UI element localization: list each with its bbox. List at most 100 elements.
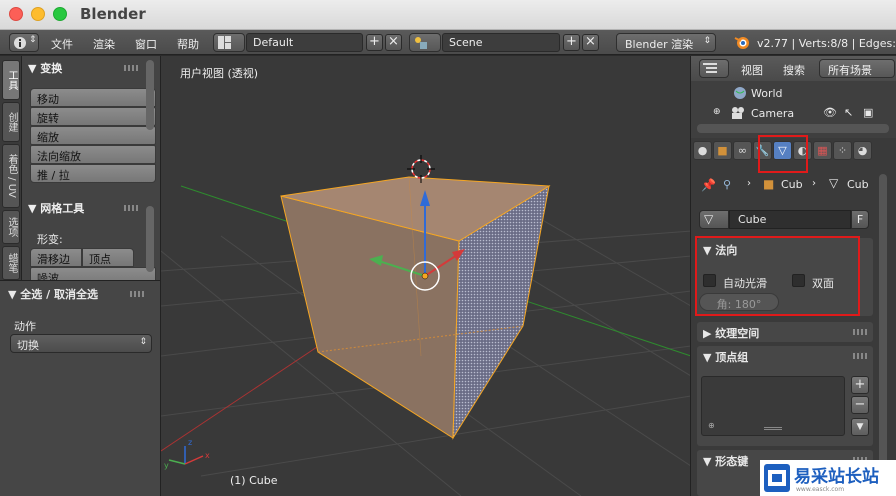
display-mode-selector[interactable]: 所有场景	[819, 59, 895, 78]
add-screen-button[interactable]: +	[366, 34, 383, 51]
action-dropdown[interactable]: 切换 ⇕	[10, 334, 152, 353]
tab-grease-pencil[interactable]: 蜡笔	[2, 246, 20, 280]
physics-tab-icon[interactable]: ◕	[853, 141, 872, 160]
outliner: 视图 搜索 所有场景 World ⊕ Camera 👁 ↖ ▣	[690, 56, 896, 138]
tab-options[interactable]: 选项	[2, 210, 20, 244]
scene-selector[interactable]	[409, 33, 441, 52]
outliner-world-label: World	[751, 87, 783, 100]
move-button[interactable]: 移动	[30, 88, 156, 107]
svg-text:z: z	[188, 438, 192, 447]
action-label: 动作	[14, 320, 36, 333]
panel-grip-icon[interactable]	[853, 329, 867, 335]
title-bar: Blender	[0, 0, 896, 30]
expand-plus-icon[interactable]: ⊕	[713, 107, 721, 117]
world-icon	[734, 87, 746, 99]
remove-vertex-group-button[interactable]: −	[851, 396, 869, 414]
object-tab-icon[interactable]: ■	[713, 141, 732, 160]
action-value: 切换	[17, 339, 39, 352]
screen-layout-selector[interactable]	[213, 33, 245, 52]
list-resize-grip-icon[interactable]	[764, 427, 782, 430]
render-camera-icon[interactable]: ▣	[863, 106, 873, 119]
mesh-name-field[interactable]: Cube	[729, 210, 851, 229]
editor-type-button[interactable]: ⇕	[9, 33, 39, 52]
scene-icon: ⚲	[723, 178, 732, 191]
mesh-browse-button[interactable]: ▽	[699, 210, 729, 229]
shrink-fatten-button[interactable]: 法向缩放	[30, 145, 156, 164]
list-filter-icon[interactable]: ⊕	[708, 421, 715, 430]
shape-keys-header[interactable]: ▼ 形态键	[703, 453, 748, 469]
outliner-icon	[703, 63, 717, 73]
menu-help[interactable]: 帮助	[177, 36, 199, 52]
outliner-hscrollbar[interactable]	[697, 124, 889, 133]
rotate-button[interactable]: 旋转	[30, 107, 156, 126]
panel-grip-icon[interactable]	[124, 205, 138, 211]
particles-tab-icon[interactable]: ⁘	[833, 141, 852, 160]
outliner-menu-search[interactable]: 搜索	[783, 62, 805, 78]
viewport-title: 用户视图 (透视)	[180, 67, 259, 80]
zoom-window-button[interactable]	[53, 7, 67, 21]
breadcrumb-data[interactable]: Cub	[847, 178, 869, 191]
object-origin-dot	[421, 272, 429, 280]
tab-tools[interactable]: 工具	[2, 60, 20, 100]
noise-button[interactable]: 噪波	[30, 267, 156, 280]
render-tab-icon[interactable]: ●	[693, 141, 712, 160]
push-pull-button[interactable]: 推 / 拉	[30, 164, 156, 183]
fake-user-button[interactable]: F	[851, 210, 869, 229]
highlight-box-data-tab	[758, 135, 808, 173]
constraints-tab-icon[interactable]: ∞	[733, 141, 752, 160]
cube-object-icon: ■	[763, 177, 775, 191]
close-window-button[interactable]	[9, 7, 23, 21]
watermark-url: www.easck.com	[796, 486, 845, 493]
render-engine-label: Blender 渲染	[625, 38, 694, 51]
watermark-logo-icon	[764, 464, 790, 492]
selectability-cursor-icon[interactable]: ↖	[844, 106, 853, 119]
viewport-scene[interactable]: z x y	[161, 56, 690, 496]
breadcrumb-object[interactable]: Cub	[781, 178, 803, 191]
panel-grip-icon[interactable]	[124, 65, 138, 71]
vertex-groups-panel: ▼ 顶点组 ⊕ + − ▼	[697, 346, 873, 446]
remove-scene-button[interactable]: ×	[582, 34, 599, 51]
panel-grip-icon[interactable]	[130, 291, 144, 297]
vertex-group-specials-button[interactable]: ▼	[851, 418, 869, 436]
tool-shelf-scrollbar[interactable]	[146, 60, 154, 130]
watermark: 易采站长站 www.easck.com	[760, 460, 896, 496]
slide-edge-button[interactable]: 滑移边	[30, 248, 82, 267]
vertex-group-list[interactable]: ⊕	[701, 376, 845, 436]
info-icon	[14, 37, 26, 49]
camera-icon	[732, 107, 744, 119]
texture-space-panel[interactable]: ▶ 纹理空间	[697, 322, 873, 342]
scene-field[interactable]: Scene	[442, 33, 560, 52]
pin-icon[interactable]: 📌	[701, 178, 716, 192]
minimize-window-button[interactable]	[31, 7, 45, 21]
tab-create[interactable]: 创建	[2, 102, 20, 142]
render-engine-selector[interactable]: Blender 渲染 ⇕	[616, 33, 716, 52]
scale-button[interactable]: 缩放	[30, 126, 156, 145]
mesh-data-icon: ▽	[829, 176, 839, 190]
visibility-eye-icon[interactable]: 👁	[823, 106, 837, 119]
vertex-slide-button[interactable]: 顶点	[82, 248, 134, 267]
tab-shading-uv[interactable]: 着色 / UV	[2, 144, 20, 208]
add-vertex-group-button[interactable]: +	[851, 376, 869, 394]
screen-layout-field[interactable]: Default	[246, 33, 363, 52]
panel-grip-icon[interactable]	[853, 353, 867, 359]
remove-screen-button[interactable]: ×	[385, 34, 402, 51]
chevron-updown-icon: ⇕	[29, 35, 37, 45]
mesh-tools-panel-header[interactable]: ▼ 网格工具	[28, 200, 84, 216]
properties-scrollbar[interactable]	[879, 174, 887, 474]
outliner-menu-view[interactable]: 视图	[741, 62, 763, 78]
svg-text:x: x	[205, 451, 210, 460]
operator-panel-header[interactable]: ▼ 全选 / 取消全选	[8, 286, 98, 302]
vertex-groups-header[interactable]: ▼ 顶点组	[703, 349, 748, 365]
axis-gizmo: z x y	[164, 438, 210, 470]
add-scene-button[interactable]: +	[563, 34, 580, 51]
last-operator-panel: ▼ 全选 / 取消全选 动作 切换 ⇕	[0, 280, 160, 496]
tool-shelf-scrollbar-lower[interactable]	[146, 206, 154, 272]
menu-render[interactable]: 渲染	[93, 36, 115, 52]
texture-tab-icon[interactable]: ▦	[813, 141, 832, 160]
outliner-editor-type-button[interactable]	[699, 59, 729, 78]
menu-window[interactable]: 窗口	[135, 36, 157, 52]
transform-panel-header[interactable]: ▼ 变换	[28, 60, 62, 76]
layout-icon	[218, 36, 231, 49]
menu-file[interactable]: 文件	[51, 36, 73, 52]
3d-viewport[interactable]: z x y 用户视图 (透视) (1) Cube	[160, 56, 690, 496]
